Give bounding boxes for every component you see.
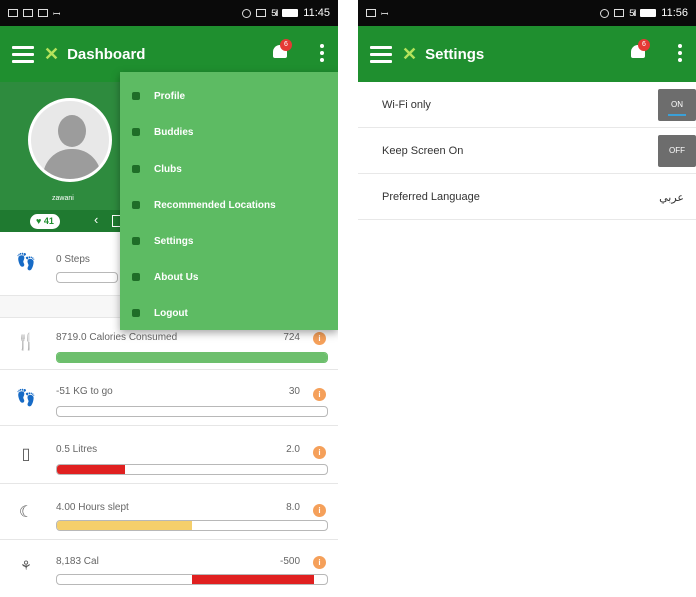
info-dot-icon[interactable]: i [313, 446, 326, 459]
water-card[interactable]: ▯ 0.5 Litres 2.0 i [0, 426, 338, 484]
page-title: Settings [425, 45, 485, 63]
language-value[interactable]: عربي [659, 191, 684, 204]
water-label: 0.5 Litres [56, 444, 98, 455]
menu-item-recommended-locations[interactable]: Recommended Locations [120, 191, 338, 219]
dashboard-screen: ꟷ 5il 11:45 ✕ Dashboard 6 zawani ♥ 41 ‹ [0, 0, 338, 597]
signal-icon: 5il [271, 8, 278, 18]
signal-icon: 5il [629, 8, 636, 18]
mail-notification-icon [23, 9, 33, 17]
sleep-progress-bar [56, 520, 328, 531]
alarm-icon [242, 8, 252, 18]
info-dot-icon[interactable]: i [313, 504, 326, 517]
buddies-icon [132, 128, 140, 136]
app-logo-icon: ✕ [44, 43, 60, 64]
menu-item-settings[interactable]: Settings [120, 227, 338, 255]
activity-icon: ⚘ [20, 558, 32, 573]
app-bar: ✕ Settings 6 [358, 26, 696, 82]
app-logo-icon: ✕ [402, 43, 418, 64]
notification-badge: 6 [638, 39, 650, 51]
clubs-icon [132, 165, 140, 173]
alarm-icon [600, 8, 610, 18]
username: zawani [52, 195, 74, 202]
calorie-balance-fill [192, 575, 314, 584]
sleep-card[interactable]: ☾ 4.00 Hours slept 8.0 i [0, 484, 338, 540]
clock: 11:56 [661, 7, 688, 19]
image-notification-icon [366, 9, 376, 17]
weight-card[interactable]: 👣 -51 KG to go 30 i [0, 370, 338, 426]
hamburger-menu-icon[interactable] [370, 45, 392, 63]
setting-label: Preferred Language [382, 191, 480, 203]
settings-screen: ꟷ 5il 11:56 ✕ Settings 6 Wi-Fi only ON K… [358, 0, 696, 597]
sleep-progress-fill [57, 521, 192, 530]
weight-label: -51 KG to go [56, 386, 113, 397]
avatar[interactable] [28, 98, 112, 182]
footprints-icon: 👣 [16, 254, 36, 271]
battery-icon [640, 9, 657, 17]
battery-icon [282, 9, 299, 17]
clock: 11:45 [303, 7, 330, 19]
steps-label: 0 Steps [56, 254, 90, 265]
location-icon [132, 201, 140, 209]
notification-badge: 6 [280, 39, 292, 51]
likes-count: 41 [43, 216, 54, 226]
overflow-menu-icon[interactable] [678, 44, 682, 62]
info-icon [132, 273, 140, 281]
calories-target: 724 [283, 332, 300, 343]
vibrate-icon [256, 9, 267, 17]
menu-item-about-us[interactable]: About Us [120, 263, 338, 291]
setting-preferred-language[interactable]: Preferred Language عربي [358, 174, 696, 220]
notification-bell-icon[interactable]: 6 [270, 39, 292, 62]
calorie-balance-target: -500 [279, 556, 300, 567]
menu-item-profile[interactable]: Profile [120, 82, 338, 110]
sleep-label: 4.00 Hours slept [56, 502, 129, 513]
overflow-menu-icon[interactable] [320, 44, 324, 62]
menu-item-clubs[interactable]: Clubs [120, 155, 338, 183]
setting-wifi-only[interactable]: Wi-Fi only ON [358, 82, 696, 128]
water-progress-fill [57, 465, 125, 474]
vibrate-icon [614, 9, 625, 17]
likes-badge[interactable]: ♥ 41 [30, 214, 60, 229]
cutlery-icon: 🍴 [16, 334, 36, 351]
glass-icon: ▯ [21, 446, 31, 463]
page-title: Dashboard [67, 45, 146, 63]
menu-item-logout[interactable]: Logout [120, 299, 338, 327]
wifi-icon: ꟷ [53, 8, 60, 19]
keep-screen-on-toggle[interactable]: OFF [658, 135, 696, 167]
sleep-target: 8.0 [286, 502, 300, 513]
wifi-only-toggle[interactable]: ON [658, 89, 696, 121]
menu-item-buddies[interactable]: Buddies [120, 118, 338, 146]
info-dot-icon[interactable]: i [313, 556, 326, 569]
status-bar: ꟷ 5il 11:45 [0, 0, 338, 26]
calories-progress-fill [57, 353, 327, 362]
water-target: 2.0 [286, 444, 300, 455]
logout-icon [132, 309, 140, 317]
status-bar: ꟷ 5il 11:56 [358, 0, 696, 26]
wifi-icon: ꟷ [381, 8, 388, 19]
setting-keep-screen-on[interactable]: Keep Screen On OFF [358, 128, 696, 174]
mail-notification-icon [38, 9, 48, 17]
steps-progress-bar [56, 272, 118, 283]
gear-icon [132, 237, 140, 245]
calories-progress-bar [56, 352, 328, 363]
profile-icon [132, 92, 140, 100]
calorie-balance-bar [56, 574, 328, 585]
notification-bell-icon[interactable]: 6 [628, 39, 650, 62]
calories-label: 8719.0 Calories Consumed [56, 332, 178, 343]
scale-icon: 👣 [16, 390, 36, 407]
setting-label: Keep Screen On [382, 145, 464, 157]
image-notification-icon [8, 9, 18, 17]
water-progress-bar [56, 464, 328, 475]
chevron-left-icon[interactable]: ‹ [94, 212, 98, 227]
calorie-balance-card[interactable]: ⚘ 8,183 Cal -500 i [0, 540, 338, 597]
navigation-dropdown-menu: Profile Buddies Clubs Recommended Locati… [120, 72, 338, 330]
calorie-balance-label: 8,183 Cal [56, 556, 99, 567]
weight-progress-bar [56, 406, 328, 417]
moon-icon: ☾ [18, 504, 34, 521]
weight-target: 30 [288, 386, 300, 397]
setting-label: Wi-Fi only [382, 99, 431, 111]
info-dot-icon[interactable]: i [313, 388, 326, 401]
info-dot-icon[interactable]: i [313, 332, 326, 345]
hamburger-menu-icon[interactable] [12, 45, 34, 63]
